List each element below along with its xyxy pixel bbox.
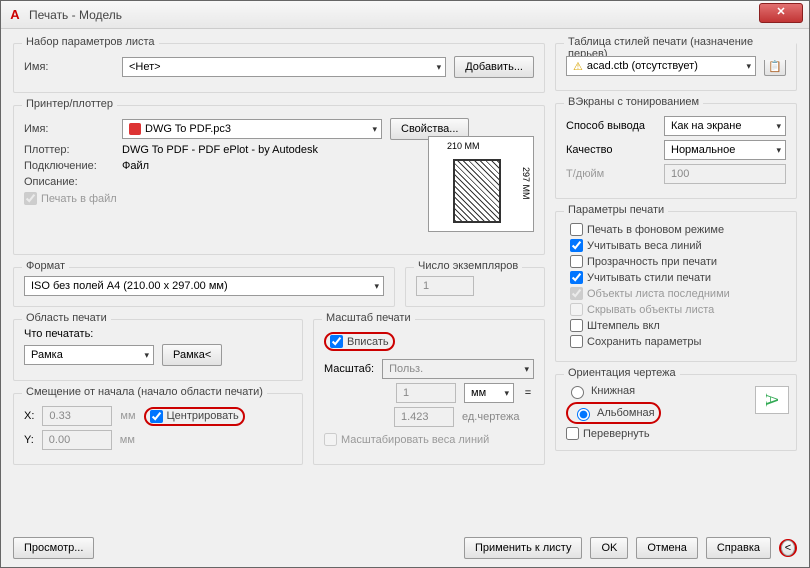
desc-label: Описание: bbox=[24, 176, 114, 188]
scale-val1-input: 1 bbox=[396, 383, 456, 403]
expand-button[interactable]: < bbox=[781, 540, 795, 556]
quality-select[interactable]: Нормальное bbox=[664, 140, 786, 160]
equals-label: = bbox=[522, 387, 534, 399]
plot-styles-group: Таблица стилей печати (назначение перьев… bbox=[555, 43, 797, 91]
option-checkbox: Объекты листа последними bbox=[566, 287, 786, 300]
group-title: Принтер/плоттер bbox=[22, 98, 117, 110]
preview-width-label: 210 MM bbox=[447, 141, 480, 151]
group-title: Область печати bbox=[22, 312, 111, 324]
group-title: Набор параметров листа bbox=[22, 36, 159, 48]
format-select[interactable]: ISO без полей A4 (210.00 x 297.00 мм) bbox=[24, 276, 384, 296]
orientation-group: Ориентация чертежа Книжная Альбомная Пер… bbox=[555, 374, 797, 451]
window-title: Печать - Модель bbox=[29, 8, 122, 22]
highlight-ring: Центрировать bbox=[144, 407, 245, 426]
plotter-value: DWG To PDF - PDF ePlot - by Autodesk bbox=[122, 144, 318, 156]
unit-label: мм bbox=[120, 434, 135, 446]
copies-input: 1 bbox=[416, 276, 474, 296]
page-setup-select[interactable]: <Нет> bbox=[122, 57, 446, 77]
conn-label: Подключение: bbox=[24, 160, 114, 172]
drawing-unit-label: ед.чертежа bbox=[462, 411, 534, 423]
preview-height-label: 297 MM bbox=[521, 167, 531, 200]
preview-page-icon bbox=[453, 159, 501, 223]
dpi-input: 100 bbox=[664, 164, 786, 184]
app-icon: A bbox=[7, 7, 23, 23]
method-select[interactable]: Как на экране bbox=[664, 116, 786, 136]
paper-preview: 210 MM 297 MM bbox=[428, 136, 534, 232]
printer-group: Принтер/плоттер Имя: DWG To PDF.pc3 Свой… bbox=[13, 105, 545, 255]
option-checkbox[interactable]: Учитывать стили печати bbox=[566, 271, 786, 284]
fit-checkbox[interactable]: Вписать bbox=[330, 335, 389, 348]
option-label: Штемпель вкл bbox=[587, 320, 660, 332]
option-checkbox[interactable]: Прозрачность при печати bbox=[566, 255, 786, 268]
close-button[interactable]: ✕ bbox=[759, 3, 803, 23]
plot-style-select[interactable]: acad.ctb (отсутствует) bbox=[566, 56, 756, 76]
orientation-icon: A bbox=[755, 386, 789, 414]
option-label: Прозрачность при печати bbox=[587, 256, 717, 268]
plot-area-group: Область печати Что печатать: Рамка Рамка… bbox=[13, 319, 303, 381]
scale-group: Масштаб печати Вписать Масштаб: Польз. 1… bbox=[313, 319, 545, 465]
method-label: Способ вывода bbox=[566, 120, 656, 132]
group-title: Смещение от начала (начало области печат… bbox=[22, 386, 267, 398]
footer: Просмотр... Применить к листу OK Отмена … bbox=[13, 537, 797, 559]
options-group: Параметры печати Печать в фоновом режиме… bbox=[555, 211, 797, 362]
option-checkbox: Скрывать объекты листа bbox=[566, 303, 786, 316]
copies-group: Число экземпляров 1 bbox=[405, 267, 545, 307]
x-label: X: bbox=[24, 410, 34, 422]
group-title: Параметры печати bbox=[564, 204, 668, 216]
plot-area-select[interactable]: Рамка bbox=[24, 345, 154, 365]
landscape-radio[interactable]: Альбомная bbox=[572, 405, 655, 421]
scale-select: Польз. bbox=[382, 359, 534, 379]
option-checkbox[interactable]: Учитывать веса линий bbox=[566, 239, 786, 252]
option-label: Скрывать объекты листа bbox=[587, 304, 714, 316]
titlebar: A Печать - Модель ✕ bbox=[1, 1, 809, 29]
printer-name-label: Имя: bbox=[24, 123, 114, 135]
portrait-radio[interactable]: Книжная bbox=[566, 383, 750, 399]
plotter-label: Плоттер: bbox=[24, 144, 114, 156]
group-title: Формат bbox=[22, 260, 69, 272]
option-label: Сохранить параметры bbox=[587, 336, 701, 348]
offset-y-input: 0.00 bbox=[42, 430, 112, 450]
option-checkbox[interactable]: Сохранить параметры bbox=[566, 335, 786, 348]
group-title: Масштаб печати bbox=[322, 312, 415, 324]
name-label: Имя: bbox=[24, 61, 114, 73]
cancel-button[interactable]: Отмена bbox=[636, 537, 697, 559]
y-label: Y: bbox=[24, 434, 34, 446]
conn-value: Файл bbox=[122, 160, 149, 172]
highlight-ring: < bbox=[779, 539, 797, 557]
shaded-group: ВЭкраны с тонированием Способ выводаКак … bbox=[555, 103, 797, 199]
group-title: ВЭкраны с тонированием bbox=[564, 96, 703, 108]
quality-label: Качество bbox=[566, 144, 656, 156]
group-title: Ориентация чертежа bbox=[564, 367, 680, 379]
help-button[interactable]: Справка bbox=[706, 537, 771, 559]
option-label: Объекты листа последними bbox=[587, 288, 730, 300]
apply-button[interactable]: Применить к листу bbox=[464, 537, 583, 559]
unit-select[interactable]: мм bbox=[464, 383, 514, 403]
highlight-ring: Альбомная bbox=[566, 402, 661, 424]
option-checkbox[interactable]: Печать в фоновом режиме bbox=[566, 223, 786, 236]
offset-x-input: 0.33 bbox=[42, 406, 112, 426]
scale-label: Масштаб: bbox=[324, 363, 374, 375]
unit-label: мм bbox=[120, 410, 135, 422]
option-label: Учитывать веса линий bbox=[587, 240, 702, 252]
upside-checkbox[interactable]: Перевернуть bbox=[566, 427, 750, 440]
printer-select[interactable]: DWG To PDF.pc3 bbox=[122, 119, 382, 139]
window-button[interactable]: Рамка< bbox=[162, 344, 222, 366]
offset-group: Смещение от начала (начало области печат… bbox=[13, 393, 303, 465]
center-checkbox[interactable]: Центрировать bbox=[150, 410, 239, 423]
option-label: Учитывать стили печати bbox=[587, 272, 711, 284]
scale-weights-checkbox: Масштабировать веса линий bbox=[324, 433, 534, 446]
dpi-label: Т/дюйм bbox=[566, 168, 656, 180]
what-label: Что печатать: bbox=[24, 328, 292, 340]
group-title: Число экземпляров bbox=[414, 260, 522, 272]
option-label: Печать в фоновом режиме bbox=[587, 224, 724, 236]
plot-dialog: A Печать - Модель ✕ Набор параметров лис… bbox=[0, 0, 810, 568]
option-checkbox[interactable]: Штемпель вкл bbox=[566, 319, 786, 332]
add-button[interactable]: Добавить... bbox=[454, 56, 534, 78]
format-group: Формат ISO без полей A4 (210.00 x 297.00… bbox=[13, 267, 395, 307]
preview-button[interactable]: Просмотр... bbox=[13, 537, 94, 559]
page-setup-group: Набор параметров листа Имя: <Нет> Добави… bbox=[13, 43, 545, 93]
highlight-ring: Вписать bbox=[324, 332, 395, 351]
scale-val2-input: 1.423 bbox=[394, 407, 454, 427]
ok-button[interactable]: OK bbox=[590, 537, 628, 559]
